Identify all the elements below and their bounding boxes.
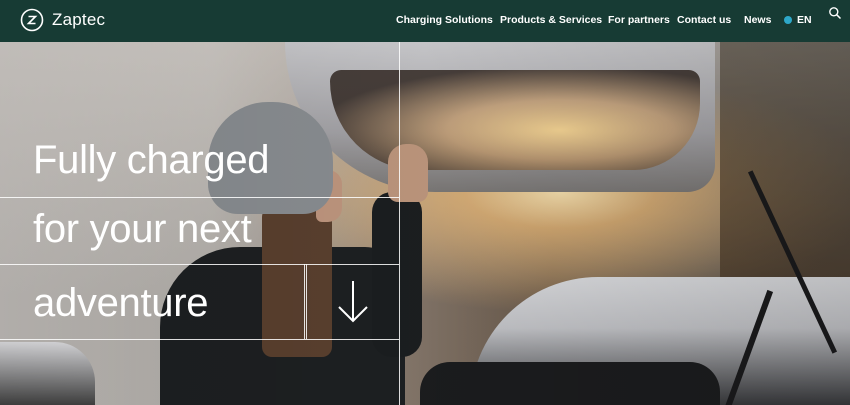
search-icon[interactable] bbox=[828, 6, 842, 20]
nav-products-services[interactable]: Products & Services bbox=[500, 14, 602, 26]
grid-line-horizontal-1 bbox=[0, 197, 399, 198]
hero-section: Fully charged for your next adventure bbox=[0, 42, 850, 405]
grid-line-vertical bbox=[399, 42, 400, 405]
language-selector[interactable]: EN bbox=[784, 14, 812, 26]
nav-contact-us[interactable]: Contact us bbox=[677, 14, 731, 26]
page: Zaptec Charging Solutions Products & Ser… bbox=[0, 0, 850, 405]
brand-name: Zaptec bbox=[52, 10, 106, 29]
zaptec-logo-icon bbox=[20, 8, 44, 32]
scroll-down-button[interactable] bbox=[307, 265, 399, 339]
grid-line-horizontal-3 bbox=[0, 339, 399, 340]
grid-line-vertical-2 bbox=[304, 264, 305, 339]
zaptec-logo[interactable]: Zaptec bbox=[20, 8, 105, 32]
language-label: EN bbox=[797, 14, 812, 26]
globe-icon bbox=[784, 16, 792, 24]
nav-for-partners[interactable]: For partners bbox=[608, 14, 670, 26]
site-header: Zaptec Charging Solutions Products & Ser… bbox=[0, 0, 850, 42]
nav-news[interactable]: News bbox=[744, 14, 771, 26]
hero-headline-line-3: adventure bbox=[33, 281, 209, 325]
arrow-down-icon bbox=[338, 281, 368, 323]
hero-headline-line-1: Fully charged bbox=[33, 138, 270, 182]
nav-charging-solutions[interactable]: Charging Solutions bbox=[396, 14, 493, 26]
hero-headline-line-2: for your next bbox=[33, 207, 252, 251]
